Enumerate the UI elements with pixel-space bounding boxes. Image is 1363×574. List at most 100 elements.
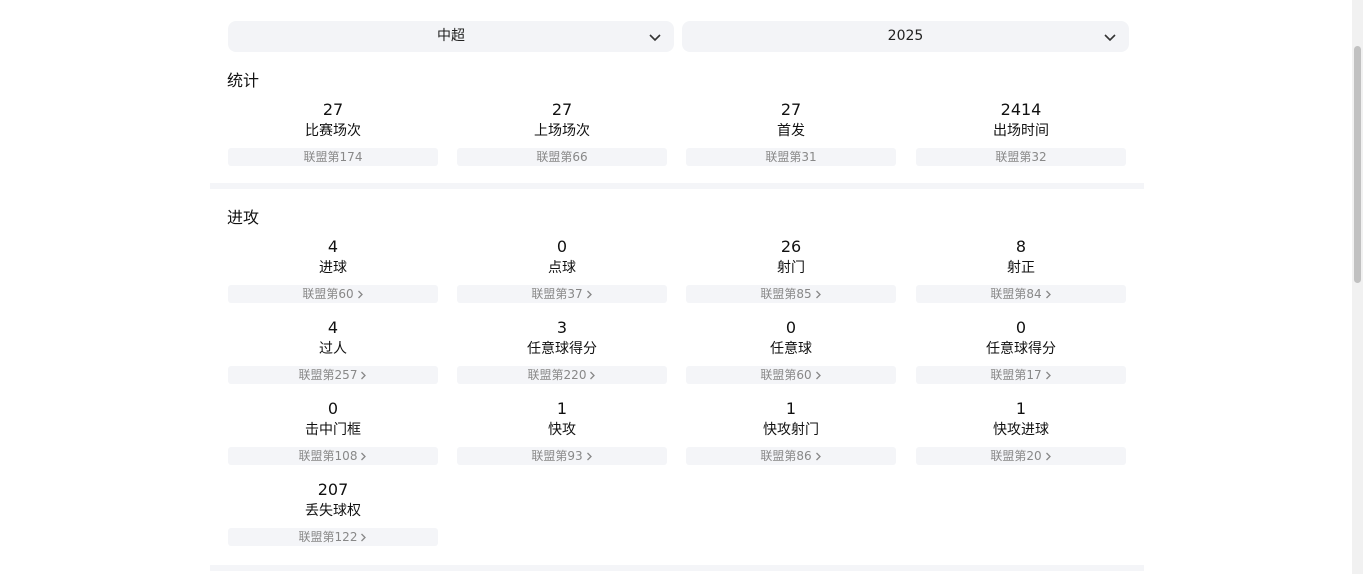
stat-label: 点球 [548,260,576,276]
league-rank: 联盟第31 [686,148,896,166]
stat-value: 8 [1015,237,1027,256]
league-rank-link[interactable]: 联盟第20 [916,447,1126,465]
chevron-right-icon [815,452,821,461]
league-select-value: 中超 [437,28,465,44]
stat-card: 0 任意球 联盟第60 [686,318,896,399]
chevron-right-icon [361,533,367,542]
stat-card: 1 快攻进球 联盟第20 [916,399,1126,480]
chevron-right-icon [1045,452,1051,461]
stat-label: 快攻 [548,422,576,438]
league-rank-link[interactable]: 联盟第220 [457,366,667,384]
stat-card: 0 任意球得分 联盟第17 [916,318,1126,399]
chevron-down-icon [1104,34,1116,42]
stat-card: 26 射门 联盟第85 [686,237,896,318]
stat-card: 4 过人 联盟第257 [228,318,438,399]
stat-value: 1 [785,399,797,418]
stat-value: 4 [327,318,339,337]
stat-value: 3 [556,318,568,337]
league-rank-text: 联盟第60 [302,287,354,301]
stat-label: 进球 [319,260,347,276]
section-title-stats: 统计 [227,71,260,90]
chevron-right-icon [586,452,592,461]
stat-value: 27 [322,100,344,119]
league-rank-text: 联盟第60 [760,368,812,382]
league-rank: 联盟第66 [457,148,667,166]
league-rank-link[interactable]: 联盟第122 [228,528,438,546]
stat-value: 1 [1015,399,1027,418]
league-rank-link[interactable]: 联盟第60 [228,285,438,303]
stat-value: 0 [1015,318,1027,337]
stat-value: 4 [327,237,339,256]
stat-label: 比赛场次 [305,123,361,139]
scrollbar[interactable] [1352,0,1363,574]
filter-bar: 中超 2025 [228,21,1129,52]
stat-label: 任意球得分 [986,341,1056,357]
stat-label: 上场场次 [534,123,590,139]
league-select[interactable]: 中超 [228,21,674,52]
league-rank: 联盟第32 [916,148,1126,166]
league-rank-link[interactable]: 联盟第85 [686,285,896,303]
section-divider [210,565,1144,571]
season-select-value: 2025 [887,28,924,44]
chevron-right-icon [361,371,367,380]
league-rank-link[interactable]: 联盟第60 [686,366,896,384]
league-rank-text: 联盟第257 [298,368,358,382]
chevron-right-icon [361,452,367,461]
league-rank-link[interactable]: 联盟第93 [457,447,667,465]
stat-card: 207 丢失球权 联盟第122 [228,480,438,561]
scrollbar-thumb[interactable] [1354,46,1361,283]
league-rank: 联盟第174 [228,148,438,166]
league-rank-link[interactable]: 联盟第17 [916,366,1126,384]
league-rank-link[interactable]: 联盟第257 [228,366,438,384]
stats-row: 27 比赛场次 联盟第174 27 上场场次 联盟第66 27 首发 联盟第31… [228,100,1126,181]
stat-value: 27 [551,100,573,119]
stat-value: 1 [556,399,568,418]
chevron-right-icon [1045,371,1051,380]
league-rank-text: 联盟第84 [990,287,1042,301]
stat-card: 0 击中门框 联盟第108 [228,399,438,480]
stat-label: 快攻进球 [993,422,1049,438]
chevron-right-icon [815,371,821,380]
chevron-right-icon [590,371,596,380]
attack-grid: 4 进球 联盟第60 0 点球 联盟第37 26 射门 联盟第85 8 射正 联… [228,237,1126,561]
stat-card: 4 进球 联盟第60 [228,237,438,318]
attack-row: 4 过人 联盟第257 3 任意球得分 联盟第220 0 任意球 联盟第60 0… [228,318,1126,399]
attack-row: 4 进球 联盟第60 0 点球 联盟第37 26 射门 联盟第85 8 射正 联… [228,237,1126,318]
league-rank-link[interactable]: 联盟第108 [228,447,438,465]
attack-row: 207 丢失球权 联盟第122 [228,480,1126,561]
stat-value: 0 [327,399,339,418]
stat-value: 0 [556,237,568,256]
stat-card: 27 首发 联盟第31 [686,100,896,181]
league-rank-text: 联盟第122 [298,530,358,544]
stat-label: 快攻射门 [763,422,819,438]
section-title-attack: 进攻 [227,208,260,227]
stat-card: 1 快攻 联盟第93 [457,399,667,480]
season-select[interactable]: 2025 [682,21,1129,52]
league-rank-text: 联盟第17 [990,368,1042,382]
stat-card: 8 射正 联盟第84 [916,237,1126,318]
stat-card: 27 上场场次 联盟第66 [457,100,667,181]
chevron-right-icon [815,290,821,299]
section-divider [210,183,1144,189]
league-rank-text: 联盟第108 [298,449,358,463]
stat-value: 207 [317,480,349,499]
league-rank-link[interactable]: 联盟第84 [916,285,1126,303]
stat-label: 任意球得分 [527,341,597,357]
stat-card: 0 点球 联盟第37 [457,237,667,318]
stat-card: 1 快攻射门 联盟第86 [686,399,896,480]
stat-label: 丢失球权 [305,503,361,519]
chevron-right-icon [586,290,592,299]
attack-row: 0 击中门框 联盟第108 1 快攻 联盟第93 1 快攻射门 联盟第86 1 … [228,399,1126,480]
chevron-right-icon [357,290,363,299]
league-rank-link[interactable]: 联盟第86 [686,447,896,465]
stat-card: 27 比赛场次 联盟第174 [228,100,438,181]
stat-label: 过人 [319,341,347,357]
stat-value: 27 [780,100,802,119]
stat-value: 26 [780,237,802,256]
league-rank-text: 联盟第85 [760,287,812,301]
stat-label: 首发 [777,123,805,139]
stat-label: 射门 [777,260,805,276]
stat-label: 出场时间 [993,123,1049,139]
league-rank-link[interactable]: 联盟第37 [457,285,667,303]
stat-label: 射正 [1007,260,1035,276]
